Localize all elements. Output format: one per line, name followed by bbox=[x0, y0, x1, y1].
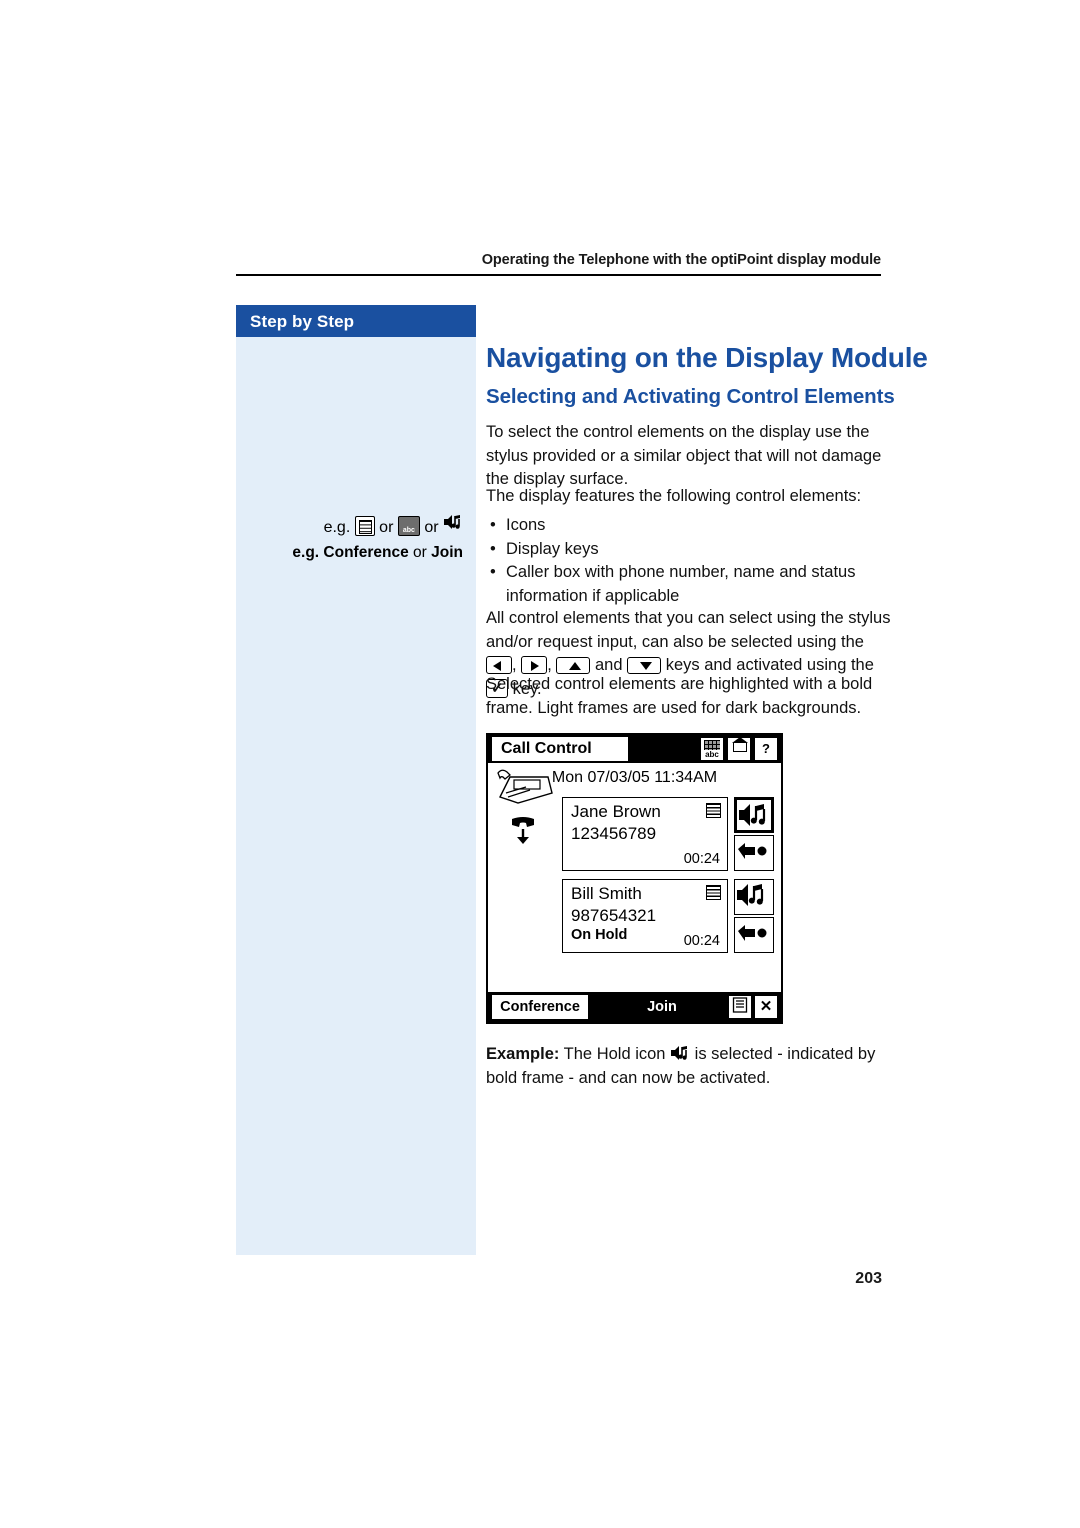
list-item: Icons bbox=[486, 514, 896, 538]
up-arrow-key-icon bbox=[556, 657, 591, 674]
list-item: Caller box with phone number, name and s… bbox=[486, 561, 896, 608]
eg2-item-join: Join bbox=[431, 544, 463, 561]
transfer-icon[interactable] bbox=[734, 917, 774, 953]
paragraph-display-features: The display features the following contr… bbox=[486, 487, 862, 505]
eg2-item-conference: Conference bbox=[323, 544, 409, 561]
down-arrow-key-icon bbox=[627, 657, 662, 674]
eg-prefix: e.g. bbox=[323, 519, 351, 536]
manual-page: Operating the Telephone with the optiPoi… bbox=[0, 0, 1080, 1528]
help-icon[interactable]: ? bbox=[754, 737, 778, 761]
hold-icon[interactable] bbox=[734, 879, 774, 915]
caller-name: Jane Brown bbox=[571, 802, 661, 821]
caller-box[interactable]: Jane Brown 123456789 00:24 bbox=[562, 797, 728, 871]
control-elements-list: Icons Display keys Caller box with phone… bbox=[486, 514, 896, 608]
page-number: 203 bbox=[855, 1270, 882, 1287]
example-text-1: The Hold icon bbox=[563, 1045, 666, 1063]
eg-or-1: or bbox=[379, 519, 394, 536]
phonebook-key-icon bbox=[354, 516, 375, 536]
eg2-or: or bbox=[413, 544, 427, 561]
display-title: Call Control bbox=[492, 737, 628, 761]
hold-key-icon bbox=[443, 515, 463, 536]
telephone-illustration-icon bbox=[496, 767, 558, 807]
caller-box[interactable]: Bill Smith 987654321 On Hold 00:24 bbox=[562, 879, 728, 953]
step-by-step-label: Step by Step bbox=[250, 312, 355, 331]
example-label: Example: bbox=[486, 1045, 560, 1063]
nav-text-2: keys and activated using the bbox=[665, 656, 874, 674]
nav-text-1: All control elements that you can select… bbox=[486, 609, 891, 651]
sidebar-example-icons-line: e.g. or or bbox=[236, 512, 476, 537]
list-item: Display keys bbox=[486, 538, 896, 562]
transfer-icon[interactable] bbox=[734, 835, 774, 871]
caller-timer: 00:24 bbox=[683, 851, 720, 867]
display-softkey-bar: Conference Join ✕ bbox=[488, 992, 781, 1022]
nav-comma-1: , bbox=[512, 656, 517, 674]
phonebook-icon[interactable] bbox=[706, 803, 721, 818]
join-softkey[interactable]: Join bbox=[592, 995, 732, 1019]
phonebook-icon[interactable] bbox=[706, 885, 721, 900]
step-by-step-tab: Step by Step bbox=[236, 305, 476, 337]
keypad-abc-key-icon bbox=[397, 516, 420, 536]
nav-comma-2: , bbox=[547, 656, 552, 674]
header-divider bbox=[236, 274, 881, 276]
display-titlebar-buttons: abc ? bbox=[700, 737, 778, 761]
hold-icon[interactable] bbox=[734, 797, 774, 833]
caller-number: 987654321 bbox=[571, 906, 657, 925]
running-head: Operating the Telephone with the optiPoi… bbox=[481, 252, 881, 268]
left-arrow-key-icon bbox=[486, 656, 512, 674]
caller-timer: 00:24 bbox=[683, 933, 720, 949]
hold-indicator-icon bbox=[508, 815, 538, 847]
conference-softkey[interactable]: Conference bbox=[492, 995, 588, 1019]
right-arrow-key-icon bbox=[521, 656, 548, 674]
page-subtitle: Selecting and Activating Control Element… bbox=[486, 385, 895, 408]
close-icon[interactable]: ✕ bbox=[754, 995, 778, 1019]
list-icon[interactable] bbox=[728, 995, 752, 1019]
caller-status: On Hold bbox=[571, 927, 628, 943]
example-caption: Example: The Hold icon is selected - ind… bbox=[486, 1043, 886, 1090]
caller-number: 123456789 bbox=[571, 824, 657, 843]
sidebar-panel bbox=[236, 337, 476, 1255]
hold-icon bbox=[670, 1043, 690, 1063]
paragraph-select-control-elements: To select the control elements on the di… bbox=[486, 423, 882, 488]
page-title: Navigating on the Display Module bbox=[486, 342, 928, 373]
nav-and: and bbox=[594, 656, 623, 674]
eg2-prefix: e.g. bbox=[292, 544, 320, 561]
keypad-abc-icon[interactable]: abc bbox=[700, 737, 724, 761]
display-module-mock: Call Control abc ? Mon 07/03/05 11:34AM bbox=[486, 733, 783, 1024]
eg-or-2: or bbox=[424, 519, 439, 536]
paragraph-bold-frame: Selected control elements are highlighte… bbox=[486, 675, 873, 717]
home-icon[interactable] bbox=[727, 737, 751, 761]
sidebar-example-softkeys-line: e.g. Conference or Join bbox=[236, 544, 476, 562]
caller-name: Bill Smith bbox=[571, 884, 642, 903]
